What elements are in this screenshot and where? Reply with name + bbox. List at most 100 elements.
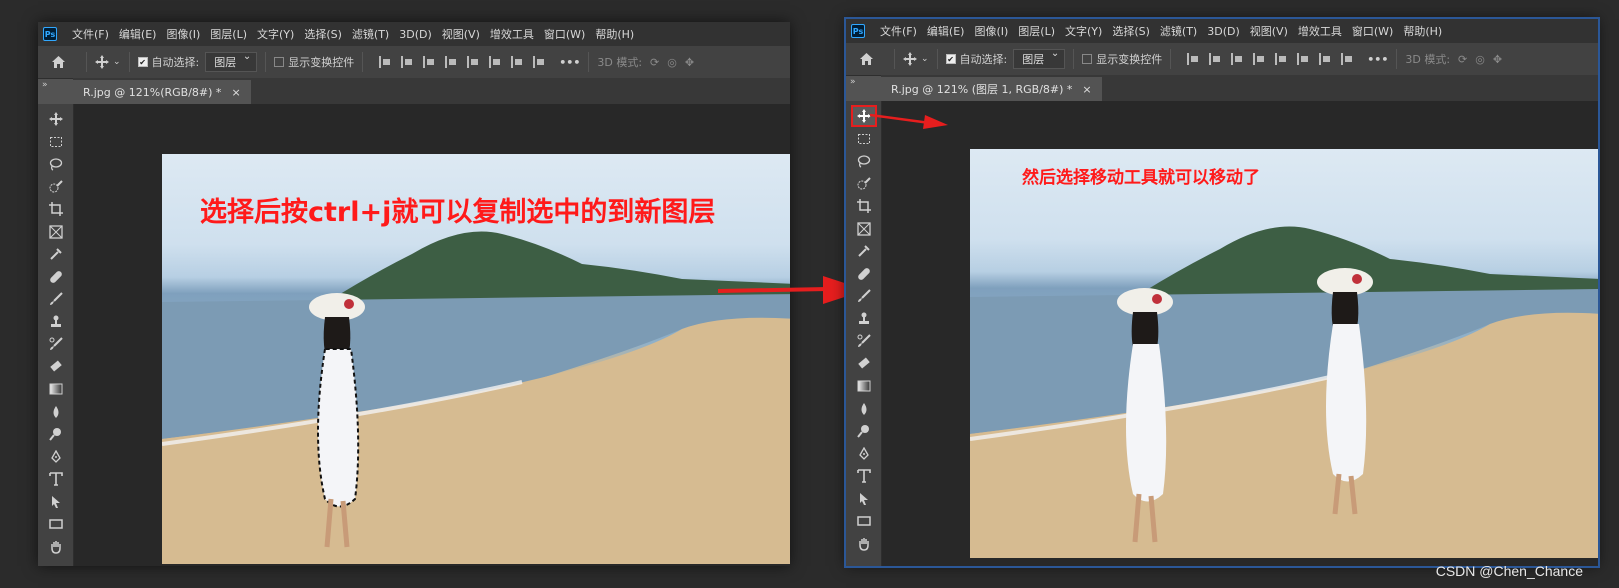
- type-tool-button[interactable]: [851, 465, 877, 487]
- close-icon[interactable]: ×: [1082, 83, 1091, 96]
- more-options-button[interactable]: •••: [1367, 53, 1388, 66]
- 3d-orbit-icon[interactable]: ⟳: [1458, 53, 1467, 66]
- stamp-tool-button[interactable]: [851, 308, 877, 330]
- move-tool-preset-button[interactable]: ⌄: [95, 55, 121, 69]
- align-center-icon[interactable]: [1209, 53, 1221, 65]
- menu-plugins[interactable]: 增效工具: [485, 26, 539, 42]
- healing-tool-button[interactable]: [851, 263, 877, 285]
- menu-view[interactable]: 视图(V): [437, 26, 485, 42]
- 3d-roll-icon[interactable]: ◎: [1475, 53, 1485, 66]
- menu-window[interactable]: 窗口(W): [539, 26, 590, 42]
- menu-image[interactable]: 图像(I): [969, 23, 1013, 39]
- history-brush-tool-button[interactable]: [43, 333, 69, 355]
- menu-plugins[interactable]: 增效工具: [1293, 23, 1347, 39]
- quick-select-tool-button[interactable]: [851, 173, 877, 195]
- pen-tool-button[interactable]: [851, 443, 877, 465]
- blur-tool-button[interactable]: [43, 401, 69, 423]
- show-transform-checkbox[interactable]: [1082, 54, 1093, 64]
- lasso-tool-button[interactable]: [851, 150, 877, 172]
- eyedropper-tool-button[interactable]: [851, 240, 877, 262]
- menu-window[interactable]: 窗口(W): [1347, 23, 1398, 39]
- align-top-icon[interactable]: [467, 56, 479, 68]
- quick-select-tool-button[interactable]: [43, 176, 69, 198]
- hand-tool-button[interactable]: [851, 533, 877, 555]
- marquee-tool-button[interactable]: [43, 131, 69, 153]
- menu-select[interactable]: 选择(S): [299, 26, 347, 42]
- align-middle-icon[interactable]: [489, 56, 501, 68]
- frame-tool-button[interactable]: [851, 218, 877, 240]
- hand-tool-button[interactable]: [43, 536, 69, 558]
- align-right-icon[interactable]: [1231, 53, 1243, 65]
- type-tool-button[interactable]: [43, 468, 69, 490]
- align-middle-icon[interactable]: [1297, 53, 1309, 65]
- document-tab[interactable]: R.jpg @ 121%(RGB/8#) * ×: [73, 80, 251, 104]
- gradient-tool-button[interactable]: [851, 375, 877, 397]
- panel-collapse-icon[interactable]: »: [850, 77, 856, 87]
- menu-type[interactable]: 文字(Y): [252, 26, 299, 42]
- home-button[interactable]: [38, 55, 78, 69]
- crop-tool-button[interactable]: [43, 198, 69, 220]
- menu-layer[interactable]: 图层(L): [205, 26, 252, 42]
- canvas-area[interactable]: 然后选择移动工具就可以移动了: [870, 101, 1598, 566]
- document-canvas-image[interactable]: 然后选择移动工具就可以移动了: [970, 149, 1598, 558]
- align-top-icon[interactable]: [1275, 53, 1287, 65]
- 3d-orbit-icon[interactable]: ⟳: [650, 56, 659, 69]
- auto-select-checkbox[interactable]: ✔: [945, 54, 956, 64]
- 3d-roll-icon[interactable]: ◎: [667, 56, 677, 69]
- path-select-tool-button[interactable]: [851, 488, 877, 510]
- stamp-tool-button[interactable]: [43, 311, 69, 333]
- move-tool-preset-button[interactable]: ⌄: [903, 52, 929, 66]
- menu-select[interactable]: 选择(S): [1107, 23, 1155, 39]
- align-right-icon[interactable]: [423, 56, 435, 68]
- eyedropper-tool-button[interactable]: [43, 243, 69, 265]
- align-bottom-icon[interactable]: [1319, 53, 1331, 65]
- gradient-tool-button[interactable]: [43, 378, 69, 400]
- move-tool-button[interactable]: [43, 108, 69, 130]
- distribute-icon[interactable]: [445, 56, 457, 68]
- pen-tool-button[interactable]: [43, 446, 69, 468]
- eraser-tool-button[interactable]: [43, 356, 69, 378]
- document-tab[interactable]: R.jpg @ 121% (图层 1, RGB/8#) * ×: [881, 77, 1102, 101]
- menu-3d[interactable]: 3D(D): [394, 28, 437, 41]
- menu-filter[interactable]: 滤镜(T): [347, 26, 394, 42]
- brush-tool-button[interactable]: [851, 285, 877, 307]
- dodge-tool-button[interactable]: [43, 423, 69, 445]
- history-brush-tool-button[interactable]: [851, 330, 877, 352]
- blur-tool-button[interactable]: [851, 398, 877, 420]
- more-options-button[interactable]: •••: [559, 56, 580, 69]
- 3d-pan-icon[interactable]: ✥: [1493, 53, 1502, 66]
- align-center-icon[interactable]: [401, 56, 413, 68]
- dodge-tool-button[interactable]: [851, 420, 877, 442]
- close-icon[interactable]: ×: [231, 86, 240, 99]
- canvas-area[interactable]: 选择后按ctrl+j就可以复制选中的到新图层: [74, 104, 790, 566]
- document-canvas-image[interactable]: 选择后按ctrl+j就可以复制选中的到新图层: [162, 154, 790, 564]
- 3d-pan-icon[interactable]: ✥: [685, 56, 694, 69]
- show-transform-checkbox[interactable]: [274, 57, 285, 67]
- healing-tool-button[interactable]: [43, 266, 69, 288]
- menu-type[interactable]: 文字(Y): [1060, 23, 1107, 39]
- menu-edit[interactable]: 编辑(E): [114, 26, 162, 42]
- auto-select-target-dropdown[interactable]: 图层: [1013, 48, 1066, 69]
- distribute-icon[interactable]: [1253, 53, 1265, 65]
- menu-file[interactable]: 文件(F): [875, 23, 922, 39]
- menu-help[interactable]: 帮助(H): [1398, 23, 1447, 39]
- menu-image[interactable]: 图像(I): [161, 26, 205, 42]
- frame-tool-button[interactable]: [43, 221, 69, 243]
- auto-select-checkbox[interactable]: ✔: [137, 57, 148, 67]
- menu-filter[interactable]: 滤镜(T): [1155, 23, 1202, 39]
- rectangle-tool-button[interactable]: [851, 510, 877, 532]
- menu-layer[interactable]: 图层(L): [1013, 23, 1060, 39]
- brush-tool-button[interactable]: [43, 288, 69, 310]
- panel-collapse-icon[interactable]: »: [42, 80, 48, 90]
- menu-edit[interactable]: 编辑(E): [922, 23, 970, 39]
- distribute-vertical-icon[interactable]: [533, 56, 545, 68]
- menu-view[interactable]: 视图(V): [1245, 23, 1293, 39]
- path-select-tool-button[interactable]: [43, 491, 69, 513]
- align-bottom-icon[interactable]: [511, 56, 523, 68]
- align-left-icon[interactable]: [1187, 53, 1199, 65]
- auto-select-target-dropdown[interactable]: 图层: [205, 51, 258, 72]
- align-left-icon[interactable]: [379, 56, 391, 68]
- home-button[interactable]: [846, 52, 886, 66]
- rectangle-tool-button[interactable]: [43, 513, 69, 535]
- crop-tool-button[interactable]: [851, 195, 877, 217]
